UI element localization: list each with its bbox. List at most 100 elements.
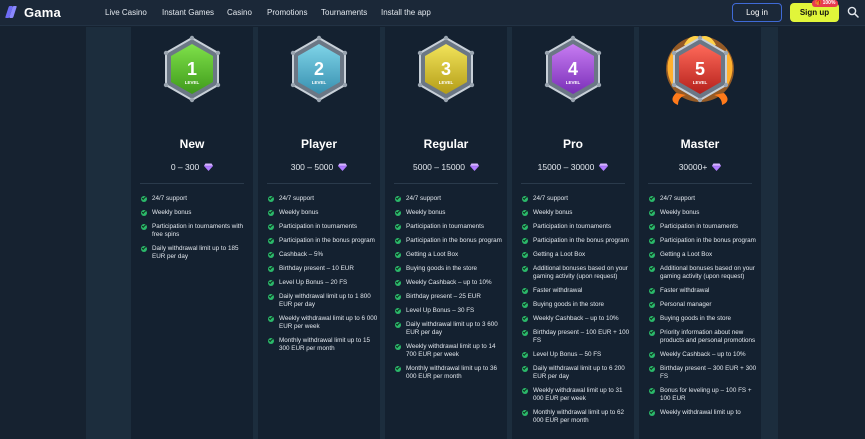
feature-item: Level Up Bonus – 50 FS [522,351,634,359]
check-icon [649,351,655,358]
nav-promotions[interactable]: Promotions [267,8,307,17]
level-title: New [179,137,205,151]
feature-item: Participation in tournaments [649,223,761,231]
feature-text: Monthly withdrawal limit up to 15 300 EU… [279,337,370,352]
check-icon [141,195,147,202]
check-icon [649,301,655,308]
svg-text:LEVEL: LEVEL [693,80,708,85]
check-icon [395,237,401,244]
feature-item: Monthly withdrawal limit up to 62 000 EU… [522,409,634,425]
level-title: Player [300,137,338,151]
nav-tournaments[interactable]: Tournaments [321,8,367,17]
check-icon [395,209,401,216]
feature-item: Weekly withdrawal limit up to [649,409,761,417]
feature-list: 24/7 support Weekly bonus Participation in… [522,195,634,431]
feature-text: 24/7 support [660,195,696,202]
feature-item: Buying goods in the store [649,315,761,323]
level-points: 30000+ [639,162,761,172]
feature-text: Level Up Bonus – 30 FS [406,307,475,314]
feature-text: Buying goods in the store [533,301,605,308]
feature-item: Buying goods in the store [522,301,634,309]
check-icon [522,195,528,202]
feature-text: Bonus for leveling up – 100 FS + 100 EUR [660,387,752,402]
feature-text: Participation in the bonus program [533,237,629,244]
feature-item: Weekly withdrawal limit up to 14 700 EUR… [395,343,507,359]
feature-text: Priority information about new products … [660,329,756,344]
login-button[interactable]: Log in [732,3,782,22]
feature-item: Buying goods in the store [395,265,507,273]
feature-text: Buying goods in the store [660,315,732,322]
check-icon [268,209,274,216]
feature-list: 24/7 support Weekly bonus Participation in… [268,195,380,359]
feature-item: Birthday present – 10 EUR [268,265,380,273]
feature-item: Bonus for leveling up – 100 FS + 100 EUR [649,387,761,403]
level-badge: 5 LEVEL [639,35,761,105]
feature-text: Weekly bonus [152,209,192,216]
feature-item: Participation in the bonus program [268,237,380,245]
feature-text: Additional bonuses based on your gaming … [533,265,628,280]
feature-item: Weekly Cashback – up to 10% [395,279,507,287]
nav-live-casino[interactable]: Live Casino [105,8,147,17]
check-icon [522,287,528,294]
feature-list: 24/7 support Weekly bonus Participation in… [141,195,253,267]
feature-text: Participation in the bonus program [279,237,375,244]
logo[interactable]: Gama [5,4,61,20]
feature-text: Birthday present – 100 EUR + 100 FS [533,329,630,344]
diamond-icon [599,163,609,171]
feature-item: Getting a Loot Box [395,251,507,259]
feature-text: Daily withdrawal limit up to 6 200 EUR p… [533,365,625,380]
check-icon [395,307,401,314]
points-range: 30000+ [678,162,708,172]
feature-text: Additional bonuses based on your gaming … [660,265,755,280]
feature-text: Participation in the bonus program [406,237,502,244]
feature-text: Daily withdrawal limit up to 185 EUR per… [152,245,239,260]
signup-bonus-badge: 🎁 100% [812,0,839,7]
check-icon [522,315,528,322]
check-icon [268,223,274,230]
svg-text:2: 2 [314,59,324,79]
level-card-pro: 4 LEVEL Pro 15000 – 30000 24/7 support Weekly… [512,27,634,439]
check-icon [268,315,274,322]
feature-item: Monthly withdrawal limit up to 15 300 EU… [268,337,380,353]
feature-text: Birthday present – 10 EUR [279,265,354,272]
feature-text: Participation in tournaments [533,223,612,230]
nav-install-app[interactable]: Install the app [381,8,431,17]
feature-item: 24/7 support [268,195,380,203]
check-icon [522,237,528,244]
check-icon [649,223,655,230]
feature-text: Buying goods in the store [406,265,478,272]
nav-instant-games[interactable]: Instant Games [162,8,214,17]
level-badge: 2 LEVEL [258,35,380,103]
check-icon [268,265,274,272]
check-icon [395,195,401,202]
nav-casino[interactable]: Casino [227,8,252,17]
level-points: 5000 – 15000 [385,162,507,172]
level-title: Pro [562,137,583,151]
search-icon[interactable] [847,6,859,18]
check-icon [649,265,655,272]
feature-text: Weekly bonus [279,209,319,216]
level-badge-icon: 4LEVEL [544,35,602,103]
feature-text: Participation in tournaments [406,223,485,230]
points-range: 15000 – 30000 [537,162,595,172]
feature-text: Weekly Cashback – up to 10% [406,279,492,286]
check-icon [141,223,147,230]
feature-item: Faster withdrawal [649,287,761,295]
check-icon [395,293,401,300]
feature-item: 24/7 support [649,195,761,203]
level-title: Master [680,137,720,151]
feature-item: Participation in tournaments [395,223,507,231]
check-icon [268,195,274,202]
level-title: Regular [423,137,469,151]
feature-item: Weekly bonus [395,209,507,217]
feature-text: Participation in tournaments with free s… [152,223,244,238]
feature-item: Participation in the bonus program [649,237,761,245]
feature-item: Birthday present – 100 EUR + 100 FS [522,329,634,345]
feature-text: Level Up Bonus – 20 FS [279,279,348,286]
svg-text:1: 1 [187,59,197,79]
svg-text:LEVEL: LEVEL [185,80,200,85]
feature-item: Weekly bonus [522,209,634,217]
level-card-master: 5 LEVEL Master 30000+ 24/7 support Weekly bon… [639,27,761,439]
check-icon [268,293,274,300]
level-badge: 4 LEVEL [512,35,634,103]
